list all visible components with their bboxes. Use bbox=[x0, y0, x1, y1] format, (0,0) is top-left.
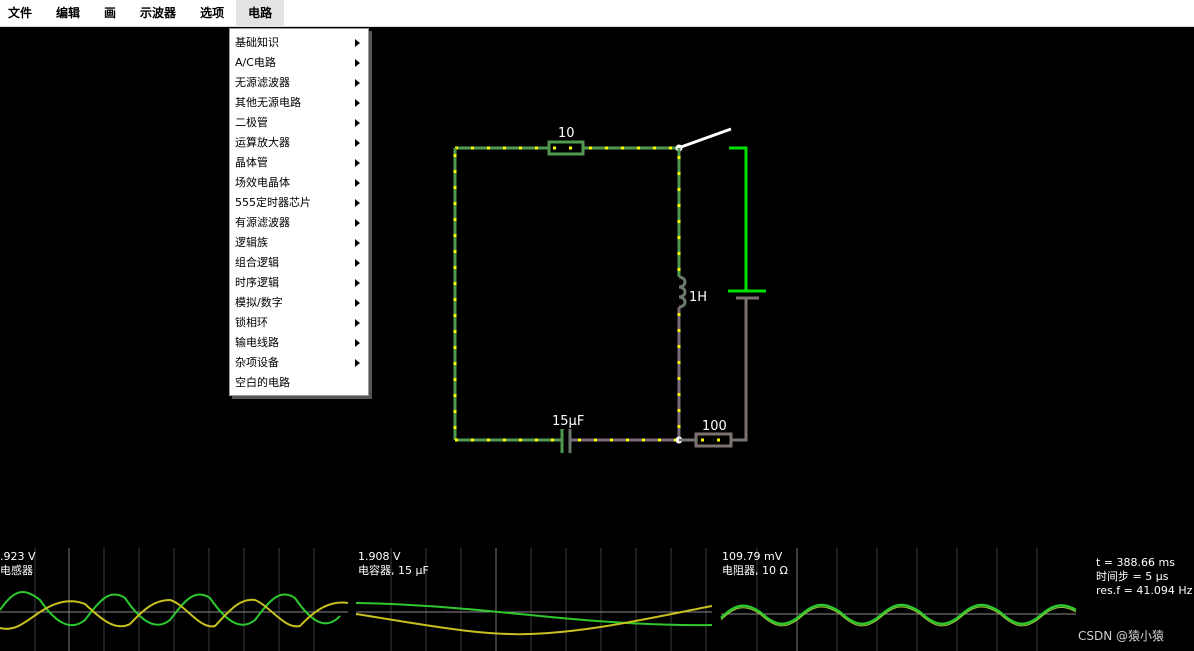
circuit-menu-item-label: 运算放大器 bbox=[235, 136, 290, 149]
menu-scopes[interactable]: 示波器 bbox=[128, 0, 188, 27]
circuit-menu-item-label: 杂项设备 bbox=[235, 356, 279, 369]
scope-2-value: 1.908 V bbox=[358, 550, 401, 563]
circuit-menu-item-label: 无源滤波器 bbox=[235, 76, 290, 89]
circuit-menu-item-label: 基础知识 bbox=[235, 36, 279, 49]
circuits-dropdown: 基础知识 A/C电路无源滤波器其他无源电路 二极管运算放大器晶体管场效电晶体 555定… bbox=[229, 28, 369, 396]
circuit-menu-item-label: 有源滤波器 bbox=[235, 216, 290, 229]
circuit-menu-item-label: 555定时器芯片 bbox=[235, 196, 311, 209]
circuit-menu-item[interactable]: 基础知识 bbox=[230, 33, 368, 53]
menu-file[interactable]: 文件 bbox=[0, 0, 44, 27]
menu-bar: 文件 编辑 画 示波器 选项 电路 bbox=[0, 0, 1194, 27]
switch-blade[interactable] bbox=[680, 127, 732, 149]
menu-draw[interactable]: 画 bbox=[92, 0, 128, 27]
circuit-menu-item-label: 锁相环 bbox=[235, 316, 268, 329]
circuit-menu-item[interactable]: 晶体管 bbox=[230, 153, 368, 173]
simulation-info: t = 388.66 ms 时间步 = 5 μs res.f = 41.094 … bbox=[1096, 556, 1192, 598]
submenu-arrow-icon bbox=[355, 79, 360, 87]
menu-edit[interactable]: 编辑 bbox=[44, 0, 92, 27]
circuit-menu-item-label: 时序逻辑 bbox=[235, 276, 279, 289]
submenu-arrow-icon bbox=[355, 299, 360, 307]
scope-1-value: .923 V bbox=[0, 550, 36, 563]
scope-2-trace-yellow bbox=[355, 605, 713, 636]
watermark: CSDN @猿小猿 bbox=[1078, 629, 1165, 643]
submenu-arrow-icon bbox=[355, 139, 360, 147]
circuit-menu-item-label: 输电线路 bbox=[235, 336, 279, 349]
circuit-menu-item[interactable]: 输电线路 bbox=[230, 333, 368, 353]
sim-resonant-frequency: res.f = 41.094 Hz bbox=[1096, 584, 1193, 597]
circuit-menu-item[interactable]: 空白的电路 bbox=[230, 373, 368, 393]
submenu-arrow-icon bbox=[355, 119, 360, 127]
circuit-canvas[interactable]: 10 1H 15μF 100 bbox=[0, 27, 1194, 547]
submenu-arrow-icon bbox=[355, 279, 360, 287]
circuit-menu-item-label: 场效电晶体 bbox=[235, 176, 290, 189]
wire-battery-resistor[interactable] bbox=[731, 298, 748, 442]
circuit-menu-item[interactable]: A/C电路 bbox=[230, 53, 368, 73]
submenu-arrow-icon bbox=[355, 359, 360, 367]
circuit-menu-item[interactable]: 运算放大器 bbox=[230, 133, 368, 153]
circuit-menu-item[interactable]: 锁相环 bbox=[230, 313, 368, 333]
circuit-menu-item[interactable]: 二极管 bbox=[230, 113, 368, 133]
circuit-menu-item[interactable]: 时序逻辑 bbox=[230, 273, 368, 293]
scope-1-name: 电感器 bbox=[0, 564, 33, 577]
scope-2-name: 电容器, 15 μF bbox=[358, 564, 429, 577]
scope-panel bbox=[0, 548, 1077, 651]
submenu-arrow-icon bbox=[355, 39, 360, 47]
menu-options[interactable]: 选项 bbox=[188, 0, 236, 27]
submenu-arrow-icon bbox=[355, 219, 360, 227]
scope-3-name: 电阻器, 10 Ω bbox=[722, 564, 788, 577]
scope-2-label: 1.908 V 电容器, 15 μF bbox=[358, 550, 429, 578]
circuit-menu-item-label: 逻辑族 bbox=[235, 236, 268, 249]
sim-timestep: 时间步 = 5 μs bbox=[1096, 570, 1169, 583]
circuit-menu-item-label: 其他无源电路 bbox=[235, 96, 301, 109]
submenu-arrow-icon bbox=[355, 59, 360, 67]
capacitor-label: 15μF bbox=[552, 414, 584, 429]
submenu-arrow-icon bbox=[355, 339, 360, 347]
scope-1-trace-green bbox=[0, 591, 341, 627]
circuit-menu-item-label: 晶体管 bbox=[235, 156, 268, 169]
circuit-menu-item[interactable]: 组合逻辑 bbox=[230, 253, 368, 273]
circuit-menu-item[interactable]: 有源滤波器 bbox=[230, 213, 368, 233]
submenu-arrow-icon bbox=[355, 99, 360, 107]
inductor-label: 1H bbox=[689, 290, 707, 305]
circuit-menu-item[interactable]: 其他无源电路 bbox=[230, 93, 368, 113]
scope-3-label: 109.79 mV 电阻器, 10 Ω bbox=[722, 550, 788, 578]
submenu-arrow-icon bbox=[355, 159, 360, 167]
circuit-menu-item[interactable]: 模拟/数字 bbox=[230, 293, 368, 313]
circuit-menu-item[interactable]: 逻辑族 bbox=[230, 233, 368, 253]
inductor[interactable] bbox=[678, 275, 687, 309]
submenu-arrow-icon bbox=[355, 199, 360, 207]
circuit-menu-item[interactable]: 杂项设备 bbox=[230, 353, 368, 373]
scope-3-grid bbox=[756, 548, 1038, 651]
circuit-menu-item[interactable]: 555定时器芯片 bbox=[230, 193, 368, 213]
submenu-arrow-icon bbox=[355, 319, 360, 327]
submenu-arrow-icon bbox=[355, 179, 360, 187]
submenu-arrow-icon bbox=[355, 259, 360, 267]
circuit-menu-item-label: 组合逻辑 bbox=[235, 256, 279, 269]
scope-3-value: 109.79 mV bbox=[722, 550, 783, 563]
sim-time: t = 388.66 ms bbox=[1096, 556, 1175, 569]
resistor-bottom-label: 100 bbox=[702, 419, 727, 434]
resistor-top-label: 10 bbox=[558, 126, 575, 141]
scope-2-grid bbox=[390, 548, 707, 651]
wire-switch-battery[interactable] bbox=[729, 146, 748, 291]
circuit-menu-item-label: 二极管 bbox=[235, 116, 268, 129]
submenu-arrow-icon bbox=[355, 239, 360, 247]
scope-1-label: .923 V 电感器 bbox=[0, 550, 36, 578]
circuit-menu-item-label: 模拟/数字 bbox=[235, 296, 283, 309]
circuit-menu-item[interactable]: 场效电晶体 bbox=[230, 173, 368, 193]
menu-circuits[interactable]: 电路 bbox=[236, 0, 285, 27]
circuit-menu-item-label: 空白的电路 bbox=[235, 376, 290, 389]
circuit-menu-item-label: A/C电路 bbox=[235, 56, 276, 69]
circuit-menu-item[interactable]: 无源滤波器 bbox=[230, 73, 368, 93]
